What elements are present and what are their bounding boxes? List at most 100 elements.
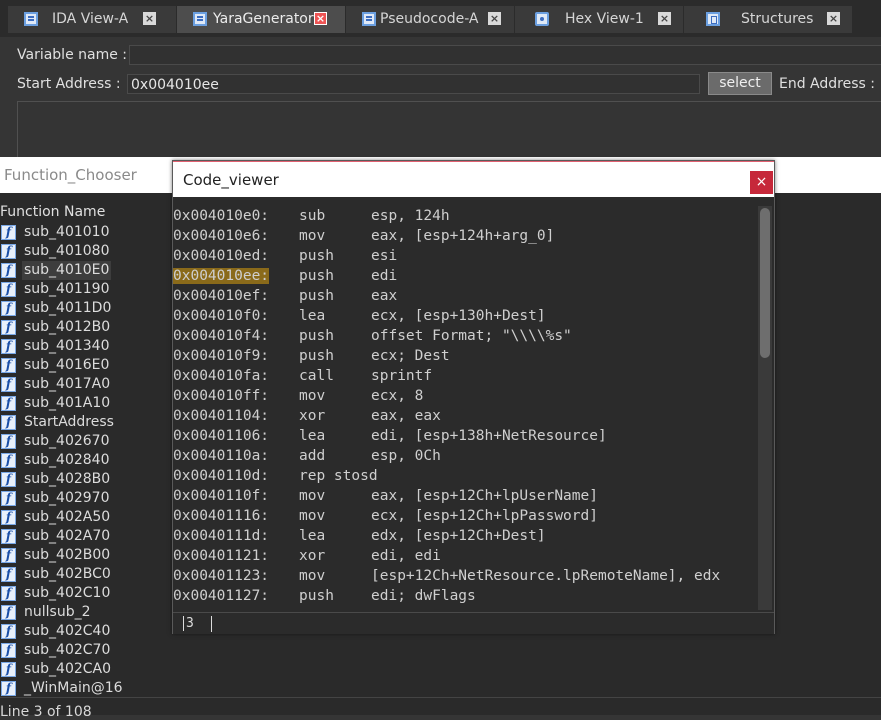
code-mnemonic: mov <box>299 228 326 244</box>
code-line[interactable]: 0x0040110f: mov eax, [esp+12Ch+lpUserName] <box>173 486 756 506</box>
list-item[interactable]: f sub_4028B0 <box>0 470 172 489</box>
vertical-scrollbar[interactable] <box>758 206 772 610</box>
function-name: _WinMain@16 <box>24 680 123 696</box>
close-icon[interactable]: × <box>488 12 501 25</box>
function-icon: f <box>1 491 16 506</box>
function-name: sub_401010 <box>24 224 110 240</box>
code-operands: eax, eax <box>371 408 441 424</box>
list-item[interactable]: f _WinMain@16 <box>0 679 172 698</box>
code-line[interactable]: 0x004010f4: push offset Format; "\\\\%s" <box>173 326 756 346</box>
tab-pseudocode-a[interactable]: Pseudocode-A × <box>346 6 514 33</box>
list-item[interactable]: f sub_4012B0 <box>0 318 172 337</box>
status-divider <box>0 697 881 698</box>
list-item[interactable]: f StartAddress <box>0 413 172 432</box>
code-operands: edi <box>371 268 398 284</box>
list-item[interactable]: f sub_4010E0 <box>0 261 172 280</box>
code-line[interactable]: 0x004010f0: lea ecx, [esp+130h+Dest] <box>173 306 756 326</box>
code-line[interactable]: 0x004010ef: push eax <box>173 286 756 306</box>
code-mnemonic: rep stosd <box>299 468 378 484</box>
tab-yara-generator[interactable]: YaraGenerator × <box>177 6 345 33</box>
tab-ida-view-a[interactable]: IDA View-A × <box>8 6 176 33</box>
start-address-input[interactable]: 0x004010ee <box>127 74 700 94</box>
variable-name-input[interactable] <box>129 45 881 65</box>
code-line[interactable]: 0x004010e0: sub esp, 124h <box>173 206 756 226</box>
code-mnemonic: xor <box>299 408 326 424</box>
list-item[interactable]: f sub_4017A0 <box>0 375 172 394</box>
close-icon[interactable]: × <box>827 12 840 25</box>
function-icon: f <box>1 434 16 449</box>
code-line[interactable]: 0x004010f9: push ecx; Dest <box>173 346 756 366</box>
code-mnemonic: push <box>299 248 334 264</box>
code-line[interactable]: 0x00401116: mov ecx, [esp+12Ch+lpPassword] <box>173 506 756 526</box>
code-line[interactable]: 0x00401121: xor edi, edi <box>173 546 756 566</box>
function-icon: f <box>1 567 16 582</box>
function-name: sub_402C40 <box>24 623 111 639</box>
code-operands: eax, [esp+12Ch+lpUserName] <box>371 488 598 504</box>
list-item[interactable]: f sub_401340 <box>0 337 172 356</box>
list-item[interactable]: f sub_402BC0 <box>0 565 172 584</box>
code-operands: sprintf <box>371 368 433 384</box>
select-button[interactable]: select <box>708 72 772 95</box>
tab-hex-view-1[interactable]: Hex View-1 × <box>515 6 683 33</box>
code-line[interactable]: 0x004010ed: push esi <box>173 246 756 266</box>
code-line[interactable]: 0x0040111d: lea edx, [esp+12Ch+Dest] <box>173 526 756 546</box>
code-viewer-title: Code_viewer <box>183 171 279 189</box>
disassembly-view[interactable]: 0x004010e0: sub esp, 124h 0x004010e6: mov eax… <box>173 206 756 612</box>
function-name-column-header[interactable]: Function Name <box>0 204 105 220</box>
list-item[interactable]: f sub_402C40 <box>0 622 172 641</box>
code-address: 0x0040110f: <box>173 488 270 504</box>
tab-label: Pseudocode-A <box>380 11 479 27</box>
code-line[interactable]: 0x004010ee: push edi <box>173 266 756 286</box>
code-viewer-titlebar[interactable]: Code_viewer × <box>173 161 774 197</box>
code-address: 0x0040111d: <box>173 528 270 544</box>
tab-bar: IDA View-A × YaraGenerator × Pseudocode-… <box>0 0 881 37</box>
close-icon[interactable]: × <box>143 12 156 25</box>
list-item[interactable]: f sub_402970 <box>0 489 172 508</box>
code-line[interactable]: 0x004010e6: mov eax, [esp+124h+arg_0] <box>173 226 756 246</box>
code-line[interactable]: 0x00401106: lea edi, [esp+138h+NetResource… <box>173 426 756 446</box>
list-item[interactable]: f sub_401190 <box>0 280 172 299</box>
list-item[interactable]: f sub_402C10 <box>0 584 172 603</box>
list-item[interactable]: f sub_402840 <box>0 451 172 470</box>
function-name: StartAddress <box>24 414 114 430</box>
code-line[interactable]: 0x004010ff: mov ecx, 8 <box>173 386 756 406</box>
code-line[interactable]: 0x00401127: push edi; dwFlags <box>173 586 756 606</box>
code-line[interactable]: 0x004010fa: call sprintf <box>173 366 756 386</box>
list-item[interactable]: f sub_402A50 <box>0 508 172 527</box>
list-item[interactable]: f sub_4016E0 <box>0 356 172 375</box>
code-address: 0x004010ee: <box>173 266 270 286</box>
tab-structures[interactable]: Structures × <box>684 6 852 33</box>
status-text: Line 3 of 108 <box>0 704 92 720</box>
close-button[interactable]: × <box>750 171 773 194</box>
function-name: sub_401080 <box>24 243 110 259</box>
function-name: sub_401190 <box>24 281 110 297</box>
list-item[interactable]: f nullsub_2 <box>0 603 172 622</box>
function-icon: f <box>1 662 16 677</box>
list-item[interactable]: f sub_4011D0 <box>0 299 172 318</box>
code-line[interactable]: 0x00401123: mov [esp+12Ch+NetResource.lpRe… <box>173 566 756 586</box>
list-item[interactable]: f sub_402C70 <box>0 641 172 660</box>
code-line[interactable]: 0x00401104: xor eax, eax <box>173 406 756 426</box>
list-item[interactable]: f sub_402B00 <box>0 546 172 565</box>
code-operands: ecx; Dest <box>371 348 450 364</box>
scrollbar-thumb[interactable] <box>760 208 770 358</box>
code-line[interactable]: 0x0040110d: rep stosd <box>173 466 756 486</box>
list-item[interactable]: f sub_402CA0 <box>0 660 172 679</box>
list-item[interactable]: f sub_401A10 <box>0 394 172 413</box>
list-item[interactable]: f sub_402670 <box>0 432 172 451</box>
code-viewer-dialog: Code_viewer × 0x004010e0: sub esp, 124h 0x0… <box>172 160 775 634</box>
code-address: 0x00401116: <box>173 508 270 524</box>
function-name: sub_4012B0 <box>24 319 111 335</box>
code-mnemonic: call <box>299 368 334 384</box>
list-item[interactable]: f sub_401080 <box>0 242 172 261</box>
list-item[interactable]: f sub_402A70 <box>0 527 172 546</box>
code-mnemonic: push <box>299 268 334 284</box>
function-name: sub_402BC0 <box>24 566 111 582</box>
line-number-input[interactable]: 3 <box>183 616 194 631</box>
close-icon[interactable]: × <box>314 12 327 25</box>
close-icon[interactable]: × <box>658 12 671 25</box>
code-mnemonic: push <box>299 288 334 304</box>
list-item[interactable]: f sub_401010 <box>0 223 172 242</box>
code-line[interactable]: 0x0040110a: add esp, 0Ch <box>173 446 756 466</box>
hex-view-icon <box>535 12 549 26</box>
